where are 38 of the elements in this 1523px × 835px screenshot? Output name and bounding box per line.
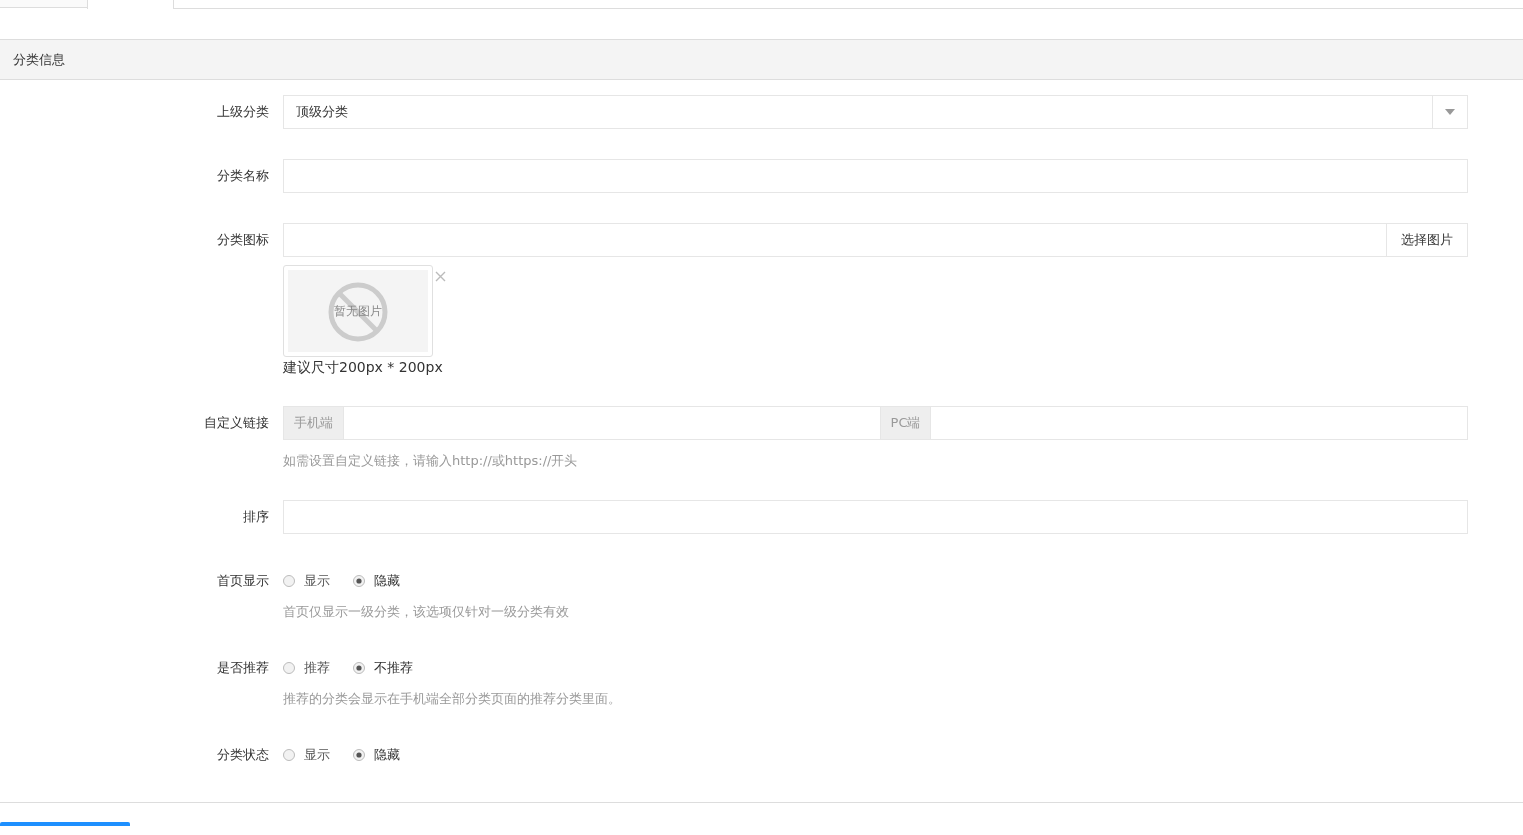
radio-button[interactable]	[353, 749, 365, 761]
no-image-text: 暂无图片	[334, 302, 382, 320]
radio-label: 推荐	[304, 659, 330, 677]
submit-button[interactable]	[0, 822, 130, 826]
size-hint: 建议尺寸200px * 200px	[283, 358, 444, 376]
select-field[interactable]: 顶级分类	[283, 95, 1468, 129]
tab[interactable]	[87, 0, 174, 9]
radio-button[interactable]	[283, 749, 295, 761]
close-icon[interactable]	[435, 271, 446, 282]
radio-button[interactable]	[283, 575, 295, 587]
radio-label: 隐藏	[374, 746, 400, 764]
panel-title: 分类信息	[13, 50, 65, 69]
radio-label: 显示	[304, 746, 330, 764]
field-label: 分类名称	[217, 167, 269, 185]
field-label: 自定义链接	[204, 414, 269, 432]
field-label: 上级分类	[217, 103, 269, 121]
radio-label: 不推荐	[374, 659, 413, 677]
addon-label: 手机端	[284, 407, 344, 439]
help-text: 首页仅显示一级分类，该选项仅针对一级分类有效	[283, 603, 570, 621]
caret-icon	[1445, 109, 1455, 115]
radio-button[interactable]	[353, 662, 365, 674]
help-text: 如需设置自定义链接，请输入http://或https://开头	[283, 452, 579, 470]
no-image-icon	[328, 282, 388, 342]
text-field[interactable]	[283, 159, 1468, 193]
field-label: 分类状态	[217, 746, 269, 764]
field-label: 首页显示	[217, 572, 269, 590]
radio-button[interactable]	[283, 662, 295, 674]
field-label: 排序	[243, 508, 269, 526]
text-field[interactable]	[283, 500, 1468, 534]
radio-label: 显示	[304, 572, 330, 590]
image-path-field[interactable]: 选择图片	[283, 223, 1468, 257]
tab[interactable]	[0, 0, 87, 8]
help-text: 推荐的分类会显示在手机端全部分类页面的推荐分类里面。	[283, 690, 622, 708]
field-label: 分类图标	[217, 231, 269, 249]
radio-button[interactable]	[353, 575, 365, 587]
addon-label: PC端	[879, 407, 932, 439]
field-label: 是否推荐	[217, 659, 269, 677]
radio-label: 隐藏	[374, 572, 400, 590]
